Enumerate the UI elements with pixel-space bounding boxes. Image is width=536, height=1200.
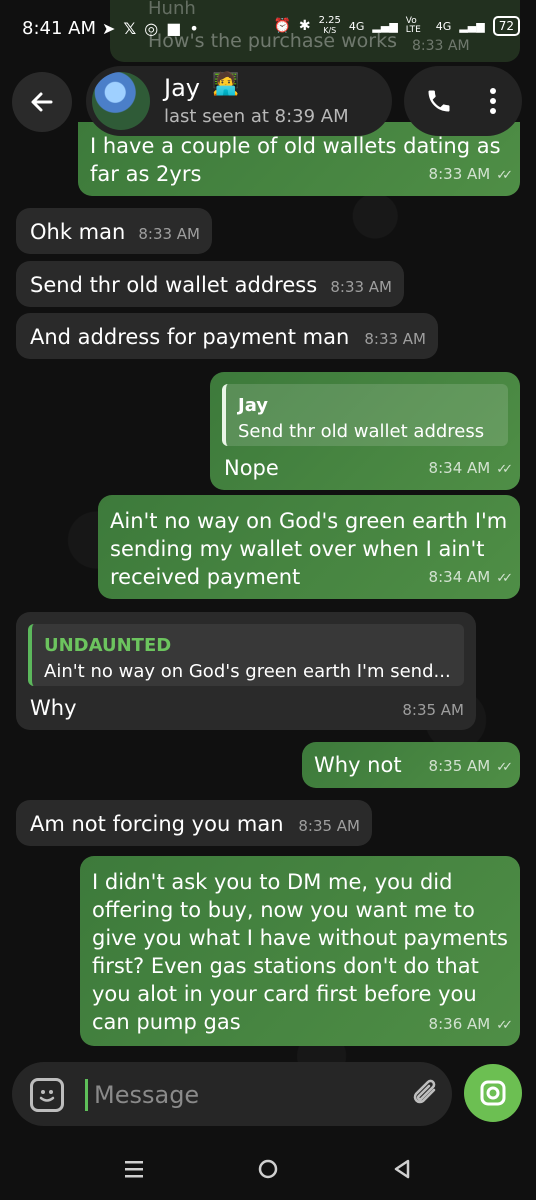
message-text: Am not forcing you man [30, 812, 284, 836]
status-time: 8:41 AM [22, 18, 96, 39]
phone-icon [428, 90, 450, 112]
message-text-line: I have a couple of old wallets dating as [90, 134, 501, 158]
message-text-line: I didn't ask you to DM me, you did [92, 870, 453, 894]
text-cursor [85, 1079, 88, 1111]
whatsapp-icon: ◎ [144, 19, 159, 38]
speed-value: 2.25 [318, 15, 341, 26]
home-circle-icon [258, 1159, 278, 1179]
network-2: 4G [435, 19, 452, 33]
alarm-icon: ⏰ [273, 18, 291, 34]
telegram-icon: ➤ [102, 19, 116, 38]
message-text: Ohk man [30, 220, 126, 244]
system-navigation-bar [0, 1136, 536, 1200]
message-text-line: sending my wallet over when I ain't [110, 537, 485, 561]
message-time: 8:34 AM [428, 459, 491, 477]
reply-text: Send thr old wallet address [238, 421, 485, 442]
avatar[interactable] [92, 72, 150, 130]
message-time: 8:35 AM [428, 757, 491, 775]
kebab-menu-icon [490, 88, 496, 114]
network-speed: 2.25 K/S [319, 16, 341, 36]
message-text: Why not [314, 753, 402, 777]
reply-text: Ain't no way on God's green earth I'm se… [44, 661, 451, 682]
message-outgoing[interactable]: Ain't no way on God's green earth I'm se… [98, 495, 520, 599]
message-incoming[interactable]: Ohk man 8:33 AM [16, 208, 212, 254]
camera-button[interactable] [464, 1064, 522, 1122]
contact-emoji-icon: 🧑‍💻 [212, 72, 240, 97]
reply-quote[interactable]: Jay Send thr old wallet address [222, 384, 508, 446]
attach-button[interactable] [408, 1076, 444, 1112]
double-check-icon: ✓✓ [496, 571, 513, 586]
back-button[interactable] [12, 72, 72, 132]
message-time: 8:34 AM [428, 568, 491, 586]
speed-unit: K/S [323, 26, 337, 35]
notification-icons: ➤ 𝕏 ◎ ■ • [102, 19, 199, 38]
back-triangle-icon [394, 1159, 410, 1179]
message-time: 8:36 AM [428, 1015, 491, 1033]
message-outgoing[interactable]: I didn't ask you to DM me, you did offer… [80, 856, 520, 1046]
battery-indicator: 72 [492, 16, 520, 36]
last-seen-status: last seen at 8:39 AM [164, 106, 349, 127]
more-options-button[interactable] [470, 78, 516, 124]
message-time: 8:33 AM [364, 330, 426, 348]
message-outgoing[interactable]: Why not 8:35 AM ✓✓ [302, 742, 520, 788]
contact-name: Jay [164, 74, 200, 102]
message-incoming-reply[interactable]: UNDAUNTED Ain't no way on God's green ea… [16, 612, 476, 730]
message-outgoing-reply[interactable]: Jay Send thr old wallet address Nope 8:3… [210, 372, 520, 490]
message-incoming[interactable]: And address for payment man 8:33 AM [16, 313, 438, 359]
more-notifications-icon: • [189, 19, 199, 38]
message-time: 8:35 AM [402, 701, 464, 719]
sticker-icon [39, 1090, 55, 1102]
recents-button[interactable] [114, 1154, 154, 1184]
message-text: Why [30, 696, 77, 720]
bluetooth-icon: ✱ [298, 18, 311, 34]
message-text-line: give you what I have without payments [92, 926, 508, 950]
double-check-icon: ✓✓ [496, 760, 513, 775]
paperclip-icon [413, 1079, 436, 1104]
system-back-button[interactable] [382, 1154, 422, 1184]
signal-icon-2: ▂▄▆ [459, 19, 485, 33]
message-text: Send thr old wallet address [30, 273, 318, 297]
message-time: 8:35 AM [298, 817, 360, 835]
message-text-line: offering to buy, now you want me to [92, 898, 475, 922]
message-composer [12, 1062, 452, 1126]
network-1: 4G [348, 19, 365, 33]
camera-icon [480, 1080, 506, 1106]
menu-lines-icon [125, 1161, 143, 1178]
home-button[interactable] [248, 1154, 288, 1184]
header-actions [404, 66, 522, 136]
double-check-icon: ✓✓ [496, 1018, 513, 1033]
signal-icon: ▂▄▆ [372, 19, 398, 33]
reply-quote[interactable]: UNDAUNTED Ain't no way on God's green ea… [28, 624, 464, 686]
reply-author: UNDAUNTED [44, 635, 172, 656]
contact-header[interactable]: Jay 🧑‍💻 last seen at 8:39 AM [86, 66, 392, 136]
message-text-line: you alot in your card first before you [92, 982, 477, 1006]
message-input[interactable] [92, 1074, 376, 1116]
message-time: 8:33 AM [138, 225, 200, 243]
back-arrow-icon [31, 92, 53, 112]
double-check-icon: ✓✓ [496, 168, 513, 183]
app-icon: ■ [166, 19, 182, 38]
message-time: 8:33 AM [330, 278, 392, 296]
sticker-button[interactable] [30, 1078, 64, 1112]
volte-label: Vo LTE [405, 16, 421, 35]
message-text: And address for payment man [30, 325, 350, 349]
call-button[interactable] [416, 78, 462, 124]
message-text: Nope [224, 456, 279, 480]
system-icons: ⏰ ✱ 2.25 K/S 4G ▂▄▆ Vo LTE 4G ▂▄▆ 72 [273, 16, 520, 36]
status-bar: 8:41 AM ➤ 𝕏 ◎ ■ • ⏰ ✱ 2.25 K/S 4G ▂▄▆ Vo… [0, 0, 536, 62]
message-text-line: first? Even gas stations don't do that [92, 954, 479, 978]
x-icon: 𝕏 [123, 19, 137, 38]
reply-author: Jay [238, 395, 269, 416]
message-incoming[interactable]: Send thr old wallet address 8:33 AM [16, 261, 404, 307]
message-time: 8:33 AM [428, 165, 491, 183]
message-text-line: Ain't no way on God's green earth I'm [110, 509, 508, 533]
message-incoming[interactable]: Am not forcing you man 8:35 AM [16, 800, 372, 846]
double-check-icon: ✓✓ [496, 462, 513, 477]
